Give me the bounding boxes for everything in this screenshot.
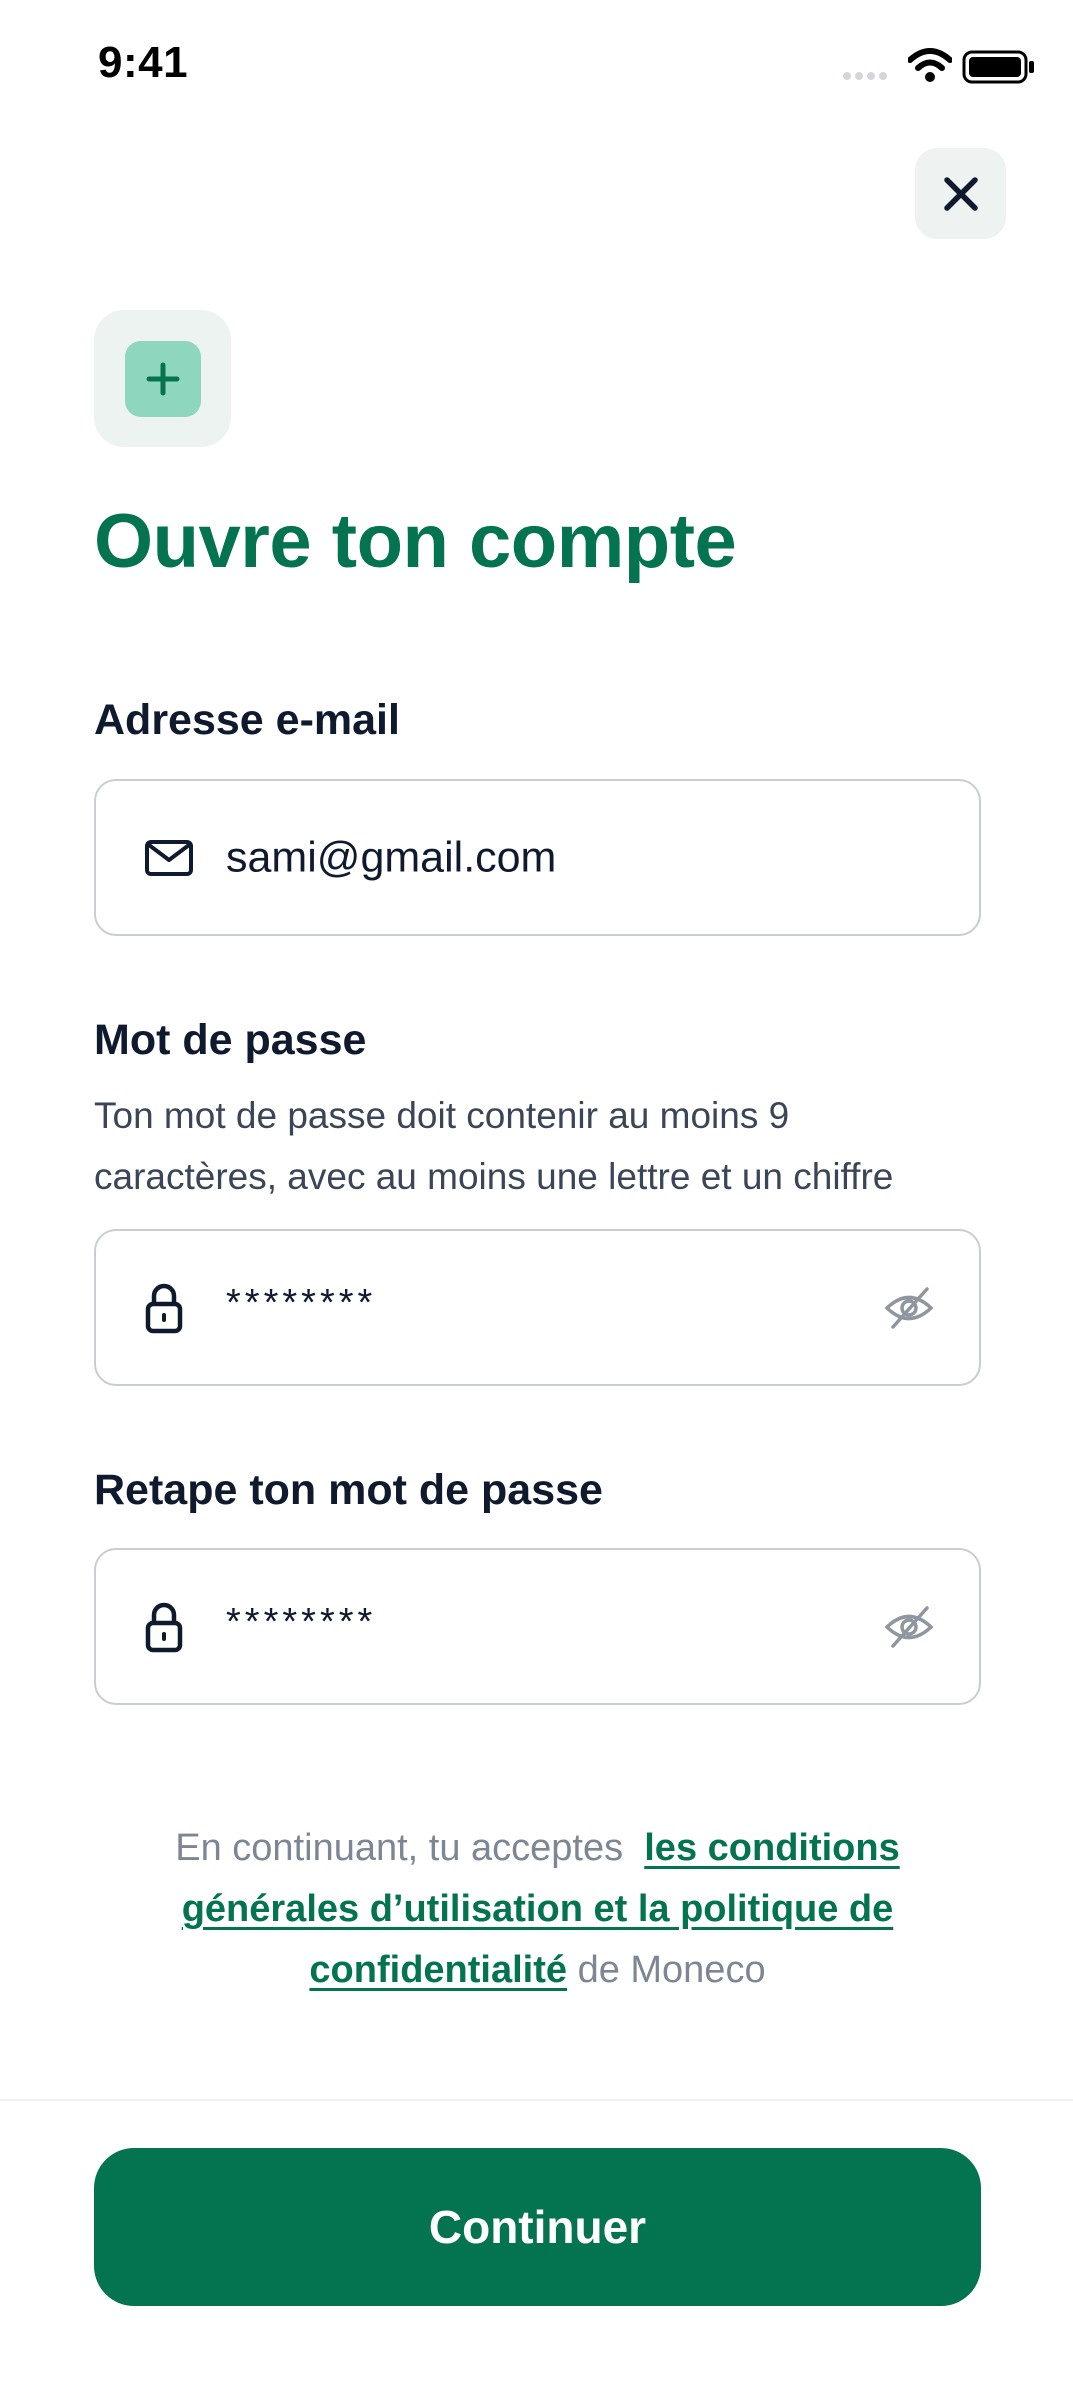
password-field[interactable]: ******** <box>94 1229 981 1386</box>
eye-off-icon[interactable] <box>883 1285 935 1331</box>
eye-off-icon[interactable] <box>883 1604 935 1650</box>
legal-line-1: En continuant, tu acceptes les condition… <box>150 1818 925 1879</box>
close-button[interactable] <box>915 148 1006 239</box>
legal-line-3: confidentialité de Moneco <box>150 1940 925 2001</box>
lock-icon <box>145 1602 183 1652</box>
privacy-link[interactable]: confidentialité <box>309 1949 567 1991</box>
lock-icon <box>145 1283 183 1333</box>
email-value: sami@gmail.com <box>226 833 557 881</box>
terms-link-continued[interactable]: générales d’utilisation et la politique … <box>182 1888 894 1930</box>
password-hint-line2: caractères, avec au moins une lettre et … <box>94 1156 894 1197</box>
confirm-password-value: ******** <box>226 1600 377 1643</box>
legal-text: En continuant, tu acceptes les condition… <box>150 1818 925 2001</box>
confirm-password-label: Retape ton mot de passe <box>94 1466 603 1514</box>
status-bar: 9:41 <box>0 0 1073 130</box>
email-field[interactable]: sami@gmail.com <box>94 779 981 936</box>
close-icon <box>943 176 978 211</box>
mail-icon <box>145 839 193 876</box>
password-hint-line1: Ton mot de passe doit contenir au moins … <box>94 1095 790 1136</box>
password-value: ******** <box>226 1281 377 1324</box>
signal-icon <box>843 72 887 80</box>
battery-icon <box>962 50 1034 84</box>
plus-icon <box>146 362 179 395</box>
continue-button[interactable]: Continuer <box>94 2148 981 2306</box>
status-time: 9:41 <box>98 38 189 87</box>
confirm-password-field[interactable]: ******** <box>94 1548 981 1705</box>
legal-line-2: générales d’utilisation et la politique … <box>150 1879 925 1940</box>
terms-link[interactable]: les conditions <box>644 1827 899 1869</box>
email-label: Adresse e-mail <box>94 696 400 744</box>
legal-prefix: En continuant, tu acceptes <box>175 1827 624 1869</box>
page-title: Ouvre ton compte <box>94 499 737 584</box>
footer-divider <box>0 2099 1073 2101</box>
legal-suffix: de Moneco <box>577 1949 766 1991</box>
header-badge <box>94 310 231 447</box>
badge-inner <box>124 340 201 417</box>
wifi-icon <box>908 48 952 82</box>
password-hint: Ton mot de passe doit contenir au moins … <box>94 1085 1014 1207</box>
password-label: Mot de passe <box>94 1016 367 1064</box>
